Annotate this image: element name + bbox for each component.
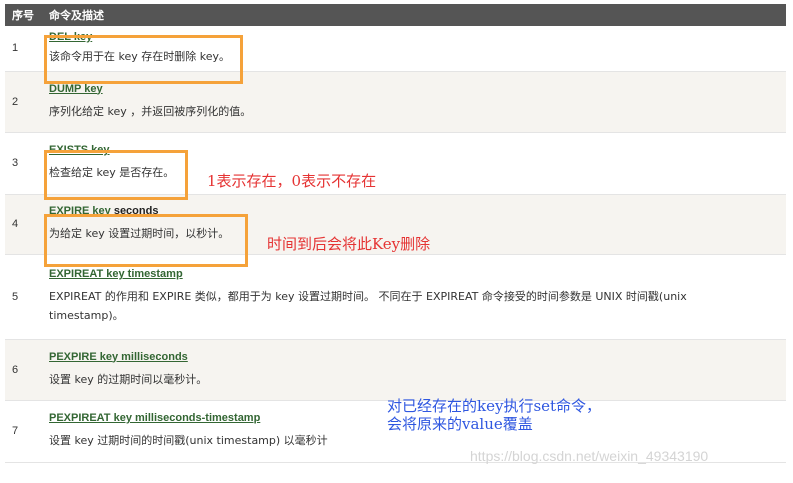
command-description: 设置 key 的过期时间以毫秒计。 bbox=[49, 372, 208, 386]
command-link[interactable]: EXPIRE key bbox=[49, 205, 111, 217]
row-content: EXISTS key 检查给定 key 是否存在。 bbox=[42, 132, 786, 195]
row-index: 1 bbox=[5, 26, 42, 72]
table-row: 1 DEL key 该命令用于在 key 存在时删除 key。 bbox=[5, 26, 786, 72]
set-annotation-line1: 对已经存在的key执行set命令， bbox=[387, 397, 602, 415]
command-link[interactable]: DUMP key bbox=[49, 83, 103, 95]
table-row: 3 EXISTS key 检查给定 key 是否存在。 bbox=[5, 132, 786, 195]
table-row: 2 DUMP key 序列化给定 key ，并返回被序列化的值。 bbox=[5, 71, 786, 133]
command-link[interactable]: EXISTS key bbox=[49, 144, 110, 156]
command-description: 序列化给定 key ，并返回被序列化的值。 bbox=[49, 104, 252, 118]
table-row: 5 EXPIREAT key timestamp EXPIREAT 的作用和 E… bbox=[5, 254, 786, 340]
header-index: 序号 bbox=[5, 4, 42, 26]
row-index: 4 bbox=[5, 194, 42, 255]
table-header-row: 序号 命令及描述 bbox=[5, 4, 786, 26]
expire-annotation: 时间到后会将此Key删除 bbox=[267, 235, 431, 253]
command-link[interactable]: EXPIREAT key timestamp bbox=[49, 268, 183, 280]
command-link[interactable]: DEL key bbox=[49, 31, 92, 43]
header-command: 命令及描述 bbox=[42, 4, 786, 26]
set-annotation: 对已经存在的key执行set命令， 会将原来的value覆盖 bbox=[387, 397, 601, 433]
watermark: https://blog.csdn.net/weixin_49343190 bbox=[470, 448, 709, 464]
row-index: 6 bbox=[5, 339, 42, 401]
row-content: DUMP key 序列化给定 key ，并返回被序列化的值。 bbox=[42, 71, 786, 133]
command-description: EXPIREAT 的作用和 EXPIRE 类似，都用于为 key 设置过期时间。… bbox=[49, 290, 687, 322]
row-index: 7 bbox=[5, 400, 42, 463]
row-content: EXPIREAT key timestamp EXPIREAT 的作用和 EXP… bbox=[42, 254, 786, 340]
table-row: 6 PEXPIRE key milliseconds 设置 key 的过期时间以… bbox=[5, 339, 786, 401]
command-args: seconds bbox=[110, 205, 159, 217]
row-content: DEL key 该命令用于在 key 存在时删除 key。 bbox=[42, 26, 786, 72]
command-link[interactable]: PEXPIRE key milliseconds bbox=[49, 351, 188, 363]
command-description: 该命令用于在 key 存在时删除 key。 bbox=[49, 49, 230, 63]
row-content: PEXPIRE key milliseconds 设置 key 的过期时间以毫秒… bbox=[42, 339, 786, 401]
row-index: 3 bbox=[5, 132, 42, 195]
row-index: 2 bbox=[5, 71, 42, 133]
set-annotation-line2: 会将原来的value覆盖 bbox=[387, 415, 533, 433]
command-description: 检查给定 key 是否存在。 bbox=[49, 166, 175, 179]
exists-annotation: 1表示存在，0表示不存在 bbox=[207, 172, 377, 190]
row-index: 5 bbox=[5, 254, 42, 340]
command-link[interactable]: PEXPIREAT key milliseconds-timestamp bbox=[49, 412, 260, 424]
